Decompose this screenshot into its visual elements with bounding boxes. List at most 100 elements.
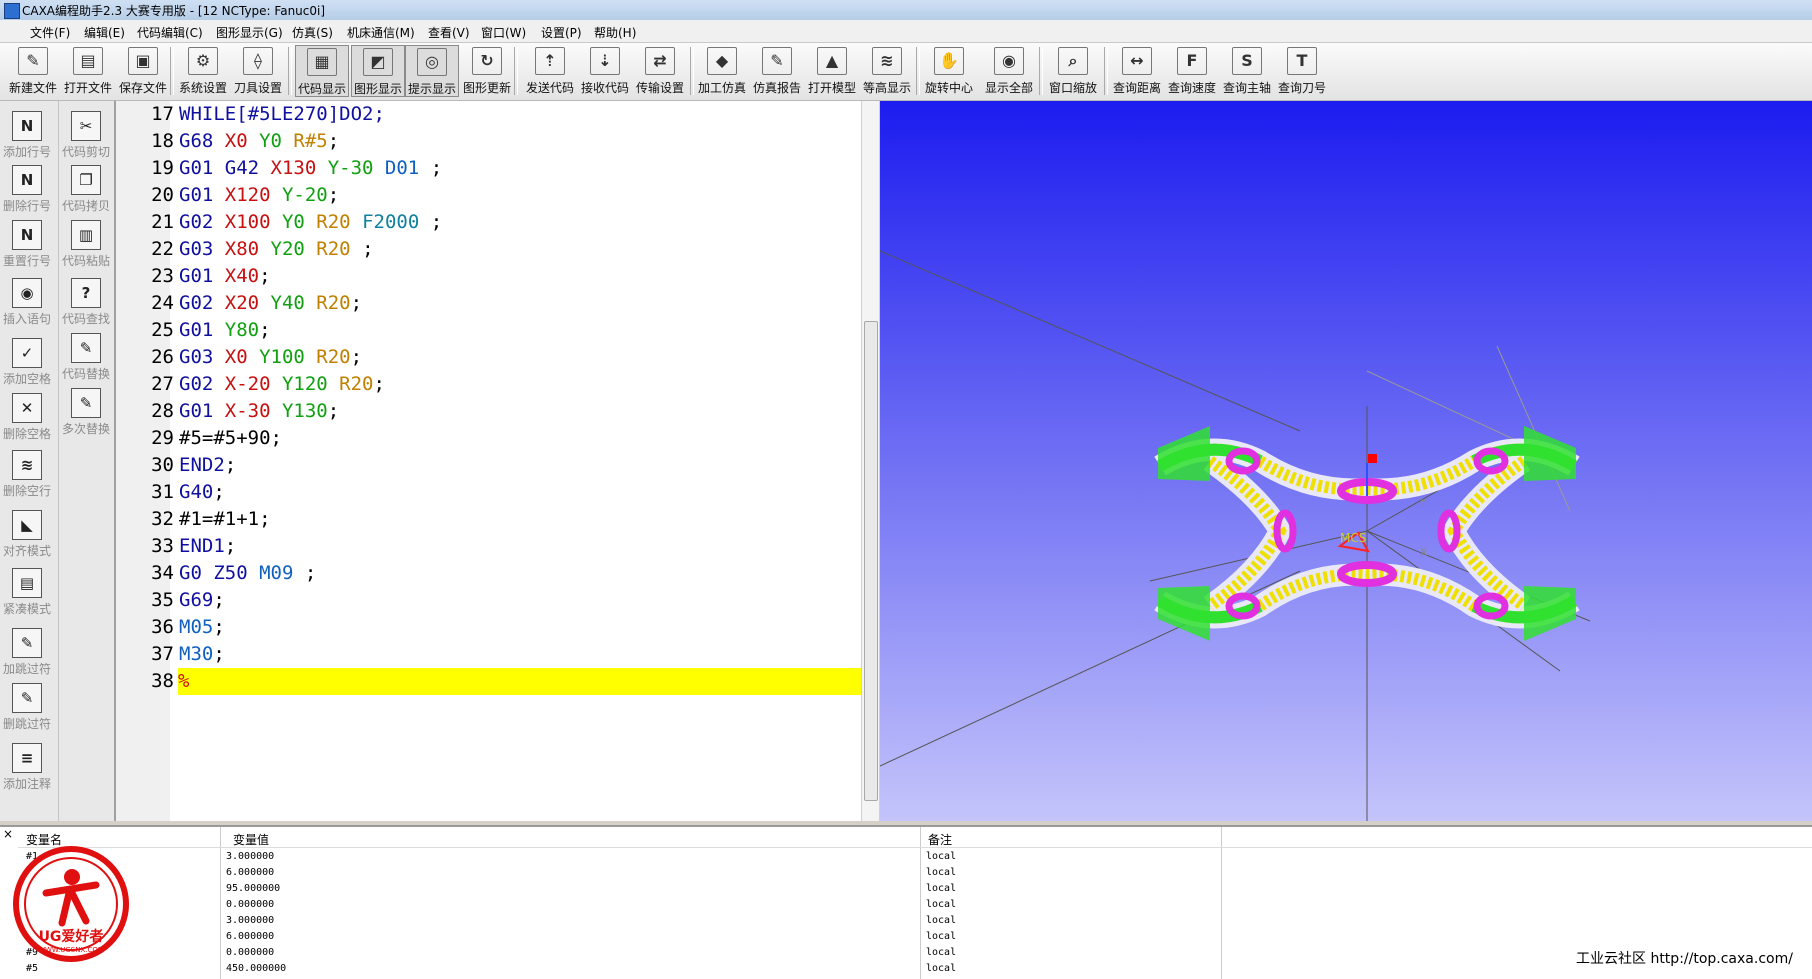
- menu-item[interactable]: 查看(V): [424, 23, 474, 42]
- toolbar-button[interactable]: ↻ 图形更新: [460, 45, 514, 97]
- code-line[interactable]: 25 G01 Y80;: [116, 317, 861, 344]
- sidebar-button[interactable]: ≋ 删除空行: [0, 446, 54, 500]
- toolbar-button[interactable]: ✋ 旋转中心: [922, 45, 976, 97]
- sidebar-button[interactable]: ✎ 多次替换: [59, 384, 113, 438]
- menu-item[interactable]: 文件(F): [26, 23, 74, 42]
- toolbar-button[interactable]: ≋ 等高显示: [860, 45, 914, 97]
- code-line[interactable]: 17 WHILE[#5LE270]DO2;: [116, 101, 861, 128]
- sidebar-button[interactable]: N 删除行号: [0, 161, 54, 215]
- toolbar-button[interactable]: ◩ 图形显示: [351, 45, 405, 97]
- code-line[interactable]: 24 G02 X20 Y40 R20;: [116, 290, 861, 317]
- toolbar-button[interactable]: S 查询主轴: [1220, 45, 1274, 97]
- editor-scrollbar[interactable]: [861, 101, 879, 821]
- sidebar-button[interactable]: ✎ 删跳过符: [0, 679, 54, 733]
- sidebar-button[interactable]: ? 代码查找: [59, 274, 113, 328]
- toolbar-button[interactable]: ↔ 查询距离: [1110, 45, 1164, 97]
- code-line[interactable]: 31 G40;: [116, 479, 861, 506]
- toolbar-button[interactable]: ✎ 新建文件: [6, 45, 60, 97]
- code-line[interactable]: 21 G02 X100 Y0 R20 F2000 ;: [116, 209, 861, 236]
- close-icon[interactable]: ×: [3, 827, 13, 841]
- scrollbar-thumb[interactable]: [864, 321, 878, 801]
- code-line[interactable]: 28 G01 X-30 Y130;: [116, 398, 861, 425]
- menu-item[interactable]: 机床通信(M): [343, 23, 419, 42]
- sidebar-button[interactable]: N 重置行号: [0, 216, 54, 270]
- toolbar-separator: [170, 47, 174, 95]
- variable-row[interactable]: #495.000000local: [18, 881, 1812, 897]
- code-line[interactable]: 29 #5=#5+90;: [116, 425, 861, 452]
- code-line[interactable]: 38%: [116, 668, 861, 695]
- toolbar-button[interactable]: ⌕ 窗口缩放: [1046, 45, 1100, 97]
- toolbar-button[interactable]: ▣ 保存文件: [116, 45, 170, 97]
- toolbar-button[interactable]: ◎ 提示显示: [405, 45, 459, 97]
- variable-row[interactable]: #26.000000local: [18, 865, 1812, 881]
- toolbar-button[interactable]: ◆ 加工仿真: [695, 45, 749, 97]
- sidebar-button[interactable]: ▤ 紧凑模式: [0, 564, 54, 618]
- line-number: 22: [151, 238, 174, 260]
- line-number: 35: [151, 589, 174, 611]
- sidebar-button[interactable]: ✂ 代码剪切: [59, 107, 113, 161]
- code-line[interactable]: 30 END2;: [116, 452, 861, 479]
- code-editor[interactable]: 17 WHILE[#5LE270]DO2; 18 G68 X0 Y0 R#5; 19 G0…: [116, 101, 861, 821]
- toolbar-button-label: 传输设置: [635, 81, 684, 95]
- toolbar-button[interactable]: ⟠ 刀具设置: [231, 45, 285, 97]
- sidebar-button[interactable]: ≡ 添加注释: [0, 739, 54, 793]
- toolbar-button[interactable]: ✎ 仿真报告: [750, 45, 804, 97]
- code-line[interactable]: 37 M30;: [116, 641, 861, 668]
- variable-row[interactable]: #63.000000local: [18, 913, 1812, 929]
- variable-row[interactable]: #1 3.000000 local: [18, 849, 1812, 865]
- menu-item[interactable]: 代码编辑(C): [133, 23, 207, 42]
- code-line[interactable]: 23 G01 X40;: [116, 263, 861, 290]
- toolbar-button[interactable]: F 查询速度: [1165, 45, 1219, 97]
- code-token: F2000: [362, 211, 420, 233]
- code-line[interactable]: 33 END1;: [116, 533, 861, 560]
- toolbar-button[interactable]: ⇣ 接收代码: [578, 45, 632, 97]
- toolbar-button[interactable]: ⇄ 传输设置: [633, 45, 687, 97]
- menu-item[interactable]: 编辑(E): [80, 23, 129, 42]
- code-line[interactable]: 34 G0 Z50 M09 ;: [116, 560, 861, 587]
- sidebar-button[interactable]: ❐ 代码拷贝: [59, 161, 113, 215]
- sidebar-button[interactable]: ✕ 删除空格: [0, 389, 54, 443]
- code-token: ;: [224, 454, 237, 476]
- menu-item[interactable]: 仿真(S): [288, 23, 337, 42]
- sidebar-button[interactable]: ◉ 插入语句: [0, 274, 54, 328]
- toolbar-button[interactable]: ◉ 显示全部: [982, 45, 1036, 97]
- variable-row[interactable]: #9 0.000000 local: [18, 945, 1812, 961]
- toolbar-button[interactable]: ▦ 代码显示: [295, 45, 349, 97]
- toolbar-button[interactable]: T 查询刀号: [1275, 45, 1329, 97]
- line-number: 28: [151, 400, 174, 422]
- code-line[interactable]: 18 G68 X0 Y0 R#5;: [116, 128, 861, 155]
- variable-row[interactable]: #5 450.000000 local: [18, 961, 1812, 977]
- code-line[interactable]: 20 G01 X120 Y-20;: [116, 182, 861, 209]
- toolbar-button[interactable]: ▤ 打开文件: [61, 45, 115, 97]
- toolbar-button[interactable]: ⇡ 发送代码: [523, 45, 577, 97]
- add-line-number-icon: N: [12, 111, 42, 141]
- toolbar-button-label: 打开文件: [63, 81, 112, 95]
- sidebar-button[interactable]: ▥ 代码粘贴: [59, 216, 113, 270]
- sidebar-button-label: 代码替换: [61, 367, 110, 381]
- code-token: ;: [350, 238, 374, 260]
- menu-item[interactable]: 设置(P): [537, 23, 586, 42]
- code-token: ;: [259, 265, 271, 287]
- graphics-viewport[interactable]: MCS Y X: [880, 101, 1812, 821]
- sidebar-button[interactable]: ✎ 加跳过符: [0, 624, 54, 678]
- variable-row[interactable]: #50.000000local: [18, 897, 1812, 913]
- sidebar-button[interactable]: ✎ 代码替换: [59, 329, 113, 383]
- menu-item[interactable]: 窗口(W): [477, 23, 530, 42]
- toolbar-button[interactable]: ▲ 打开模型: [805, 45, 859, 97]
- code-token: Y-20: [281, 184, 328, 206]
- menu-item[interactable]: 帮助(H): [590, 23, 640, 42]
- contour-display-icon: ≋: [872, 47, 902, 75]
- sidebar-button[interactable]: ✓ 添加空格: [0, 334, 54, 388]
- sidebar-button[interactable]: ◣ 对齐模式: [0, 506, 54, 560]
- code-line[interactable]: 35 G69;: [116, 587, 861, 614]
- code-line[interactable]: 36 M05;: [116, 614, 861, 641]
- code-line[interactable]: 26 G03 X0 Y100 R20;: [116, 344, 861, 371]
- toolbar-button[interactable]: ⚙ 系统设置: [176, 45, 230, 97]
- code-line[interactable]: 27 G02 X-20 Y120 R20;: [116, 371, 861, 398]
- variable-row[interactable]: #76.000000local: [18, 929, 1812, 945]
- sidebar-button[interactable]: N 添加行号: [0, 107, 54, 161]
- code-line[interactable]: 22 G03 X80 Y20 R20 ;: [116, 236, 861, 263]
- code-line[interactable]: 19 G01 G42 X130 Y-30 D01 ;: [116, 155, 861, 182]
- menu-item[interactable]: 图形显示(G): [212, 23, 287, 42]
- code-line[interactable]: 32 #1=#1+1;: [116, 506, 861, 533]
